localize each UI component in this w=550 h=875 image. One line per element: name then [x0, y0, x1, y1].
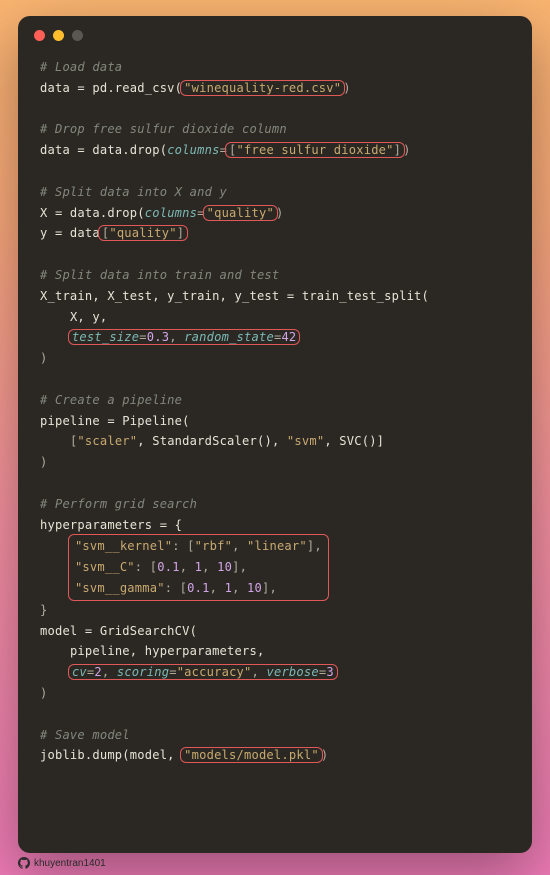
number: 42 [281, 330, 296, 344]
code-text: joblib.dump(model, [40, 748, 182, 762]
code-text: data = data.drop( [40, 143, 167, 157]
footer-username[interactable]: khuyentran1401 [34, 858, 106, 869]
string-literal: "quality" [207, 206, 274, 220]
code-text: model = GridSearchCV( [40, 624, 197, 638]
code-text: data = pd.read_csv( [40, 81, 182, 95]
code-text: X_train, X_test, y_train, y_test = train… [40, 289, 429, 303]
comment: # Drop free sulfur dioxide column [40, 122, 287, 136]
code-text: ) [343, 81, 350, 95]
comment: # Load data [40, 60, 122, 74]
highlight-quality-x: "quality" [203, 205, 278, 221]
string-literal: "scaler" [77, 434, 137, 448]
string-literal: "free sulfur dioxide" [237, 143, 394, 157]
github-icon [18, 857, 30, 869]
code-text: hyperparameters = { [40, 518, 182, 532]
comment: # Save model [40, 728, 130, 742]
window-titlebar [18, 16, 532, 47]
string-literal: "models/model.pkl" [184, 748, 319, 762]
kwarg: columns [167, 143, 219, 157]
code-text: ) [276, 206, 283, 220]
number: 0.3 [147, 330, 169, 344]
highlight-grid-params: cv=2, scoring="accuracy", verbose=3 [68, 664, 338, 680]
code-text: pipeline = Pipeline( [40, 414, 190, 428]
highlight-model-path: "models/model.pkl" [180, 747, 323, 763]
string-literal: "winequality-red.csv" [184, 81, 341, 95]
code-area: # Load data data = pd.read_csv("winequal… [18, 47, 532, 853]
comment: # Split data into train and test [40, 268, 279, 282]
maximize-icon[interactable] [72, 30, 83, 41]
comment: # Perform grid search [40, 497, 197, 511]
code-text: } [40, 603, 47, 617]
code-text: ) [40, 455, 47, 469]
kwarg: test_size [72, 330, 139, 344]
code-text: y = data [40, 226, 100, 240]
footer: khuyentran1401 [18, 853, 532, 869]
code-text: ) [40, 351, 47, 365]
code-text: ) [321, 748, 328, 762]
highlight-drop-column: ["free sulfur dioxide"] [225, 142, 405, 158]
code-text: ) [403, 143, 410, 157]
kwarg: random_state [184, 330, 274, 344]
code-block: # Load data data = pd.read_csv("winequal… [40, 57, 510, 766]
comment: # Create a pipeline [40, 393, 182, 407]
close-icon[interactable] [34, 30, 45, 41]
code-text: ) [40, 686, 47, 700]
code-text: pipeline, hyperparameters, [40, 644, 264, 658]
highlight-quality-y: ["quality"] [98, 225, 188, 241]
code-text: [ [40, 434, 77, 448]
string-literal: "svm" [287, 434, 324, 448]
kwarg: columns [145, 206, 197, 220]
code-text: X, y, [40, 310, 107, 324]
string-literal: "quality" [109, 226, 176, 240]
highlight-hyperparams: "svm__kernel": ["rbf", "linear"], "svm__… [68, 534, 329, 600]
code-window: # Load data data = pd.read_csv("winequal… [18, 16, 532, 853]
highlight-csv-path: "winequality-red.csv" [180, 80, 345, 96]
code-text: X = data.drop( [40, 206, 145, 220]
minimize-icon[interactable] [53, 30, 64, 41]
comment: # Split data into X and y [40, 185, 227, 199]
highlight-split-params: test_size=0.3, random_state=42 [68, 329, 300, 345]
